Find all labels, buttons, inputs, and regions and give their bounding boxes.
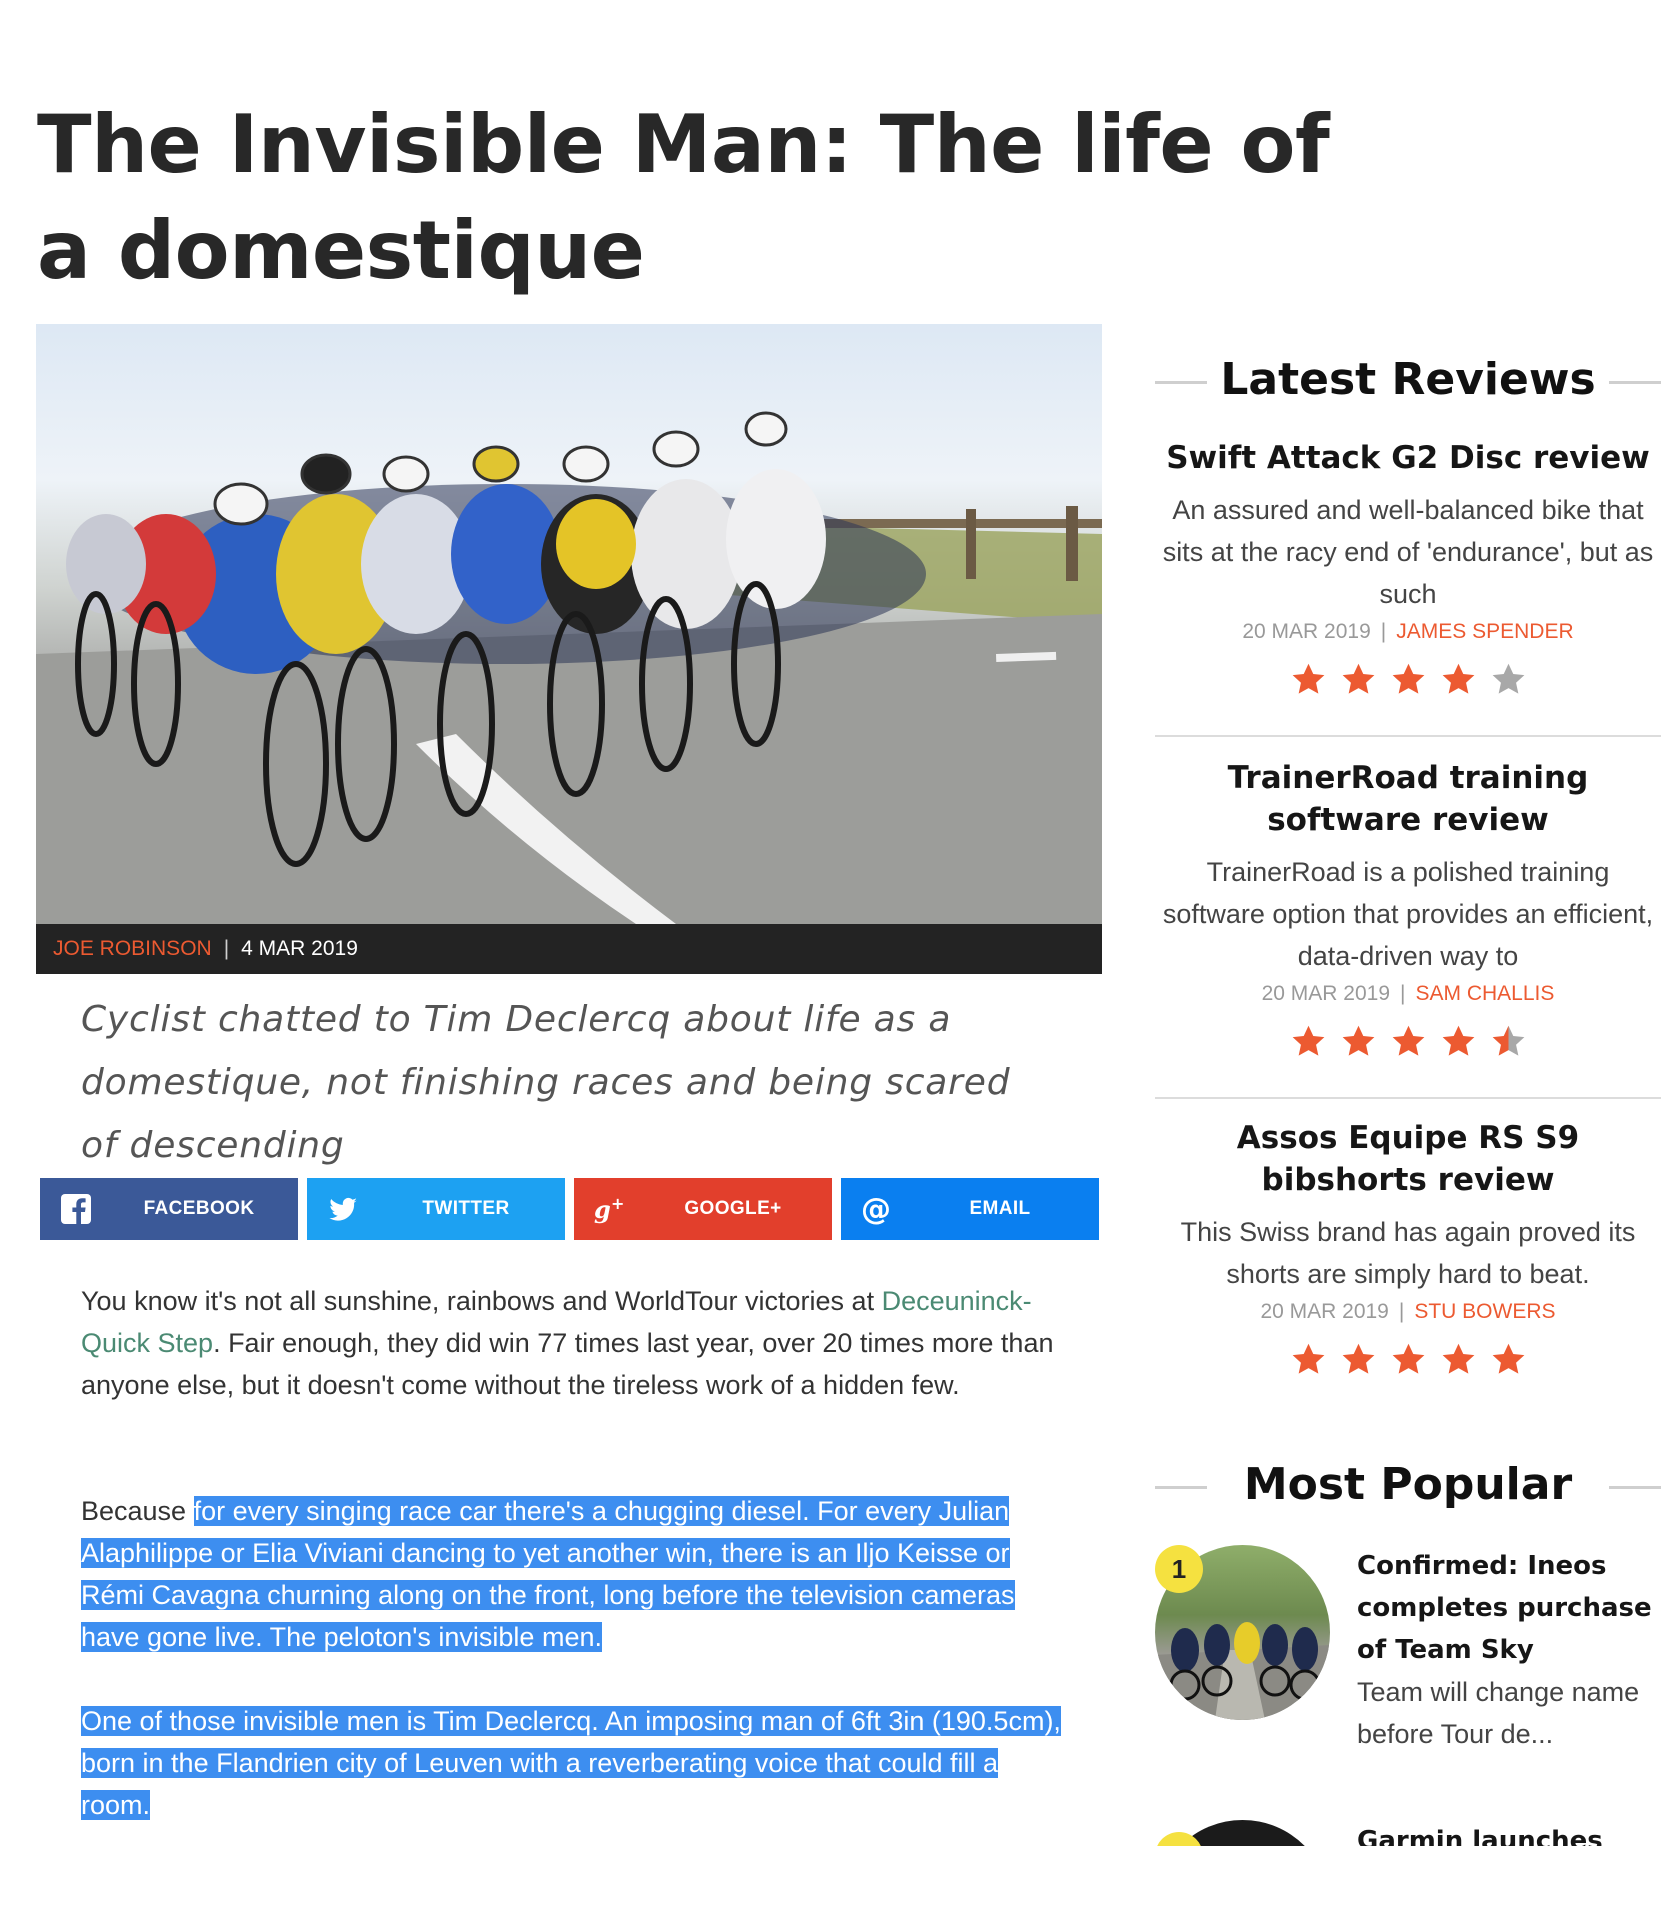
byline-bar: JOE ROBINSON | 4 MAR 2019 [36,924,1102,974]
share-facebook-button[interactable]: FACEBOOK [40,1178,298,1240]
popular-title[interactable]: Garmin launches [1357,1820,1657,1846]
facebook-icon [61,1194,91,1224]
review-title[interactable]: TrainerRoad training software review [1155,757,1661,841]
review-card-1[interactable]: Swift Attack G2 Disc review An assured a… [1155,437,1661,701]
popular-item-1[interactable]: 1 Confirmed: Ineos completes purchase of… [1155,1545,1661,1749]
svg-text:@: @ [861,1192,891,1227]
review-meta: 20 MAR 2019 | SAM CHALLIS [1155,979,1661,1009]
review-divider [1155,735,1661,737]
share-twitter-button[interactable]: TWITTER [307,1178,565,1240]
heading-rule [1155,381,1207,384]
most-popular-title: Most Popular [1243,1459,1573,1510]
article-headline: The Invisible Man: The life of a domesti… [37,98,1330,297]
review-title[interactable]: Assos Equipe RS S9 bibshorts review [1155,1117,1661,1201]
review-meta: 20 MAR 2019 | STU BOWERS [1155,1297,1661,1327]
meta-separator: | [1400,982,1406,1005]
heading-rule [1609,1486,1661,1489]
review-author[interactable]: JAMES SPENDER [1396,620,1573,643]
star-icon [1492,1025,1524,1056]
svg-text:+: + [611,1194,624,1213]
review-title[interactable]: Swift Attack G2 Disc review [1155,437,1661,479]
review-date: 20 MAR 2019 [1260,1300,1389,1323]
share-twitter-label: TWITTER [422,1198,510,1219]
star-icon [1292,1025,1324,1056]
paragraph-text: You know it's not all sunshine, rainbows… [81,1286,882,1316]
share-email-button[interactable]: @ EMAIL [841,1178,1099,1240]
hero-image [36,324,1102,924]
latest-reviews-heading: Latest Reviews [1155,355,1661,405]
meta-separator: | [1380,620,1387,643]
review-author[interactable]: STU BOWERS [1414,1300,1555,1323]
star-rating [1155,661,1661,701]
review-description: This Swiss brand has again proved its sh… [1180,1217,1636,1289]
article-standfirst: Cyclist chatted to Tim Declercq about li… [81,999,1011,1166]
latest-reviews-title: Latest Reviews [1220,354,1596,405]
share-googleplus-label: GOOGLE+ [684,1198,782,1219]
review-description: An assured and well-balanced bike that s… [1162,495,1654,609]
svg-text:g: g [594,1195,611,1224]
review-date: 20 MAR 2019 [1242,620,1371,643]
star-icon [1292,1343,1324,1374]
share-facebook-label: FACEBOOK [143,1198,255,1219]
share-googleplus-button[interactable]: g + GOOGLE+ [574,1178,832,1240]
star-icon [1442,1025,1474,1056]
star-icon [1442,663,1474,694]
popular-item-2-clipped[interactable]: Garmin launches [1155,1820,1675,1846]
selected-text: for every singing race car there's a chu… [81,1496,1015,1652]
review-meta: 20 MAR 2019 | JAMES SPENDER [1155,617,1661,647]
email-at-icon: @ [861,1192,891,1227]
review-divider [1155,1097,1661,1099]
star-icon [1342,1343,1374,1374]
review-description: TrainerRoad is a polished training softw… [1162,857,1654,971]
article-paragraph-3: One of those invisible men is Tim Decler… [81,1700,1061,1826]
paragraph-text: . Fair enough, they did win 77 times las… [81,1328,1054,1400]
star-rating [1155,1341,1661,1381]
meta-separator: | [1398,1300,1405,1323]
peloton-photo [36,411,1102,924]
heading-rule [1609,381,1661,384]
star-rating [1155,1023,1661,1063]
paragraph-text: Because [81,1496,194,1526]
star-icon [1492,663,1524,694]
heading-rule [1155,1486,1207,1489]
byline-separator: | [223,937,230,960]
article-paragraph-2: Because for every singing race car there… [81,1490,1061,1658]
selected-text: One of those invisible men is Tim Decler… [81,1706,1061,1820]
review-date: 20 MAR 2019 [1261,982,1391,1005]
star-icon [1292,663,1324,694]
star-icon [1392,1025,1424,1056]
popular-title[interactable]: Confirmed: Ineos completes purchase of T… [1357,1545,1657,1671]
article-date: 4 MAR 2019 [241,937,358,960]
star-icon [1342,663,1374,694]
popular-text: Confirmed: Ineos completes purchase of T… [1357,1545,1657,1755]
review-author[interactable]: SAM CHALLIS [1416,982,1555,1005]
popular-rank-badge: 1 [1155,1545,1203,1593]
star-icon [1392,663,1424,694]
google-plus-icon: g + [594,1194,624,1224]
star-icon [1492,1343,1524,1374]
star-icon [1442,1343,1474,1374]
article-paragraph-1: You know it's not all sunshine, rainbows… [81,1280,1061,1406]
article-author-link[interactable]: JOE ROBINSON [53,937,212,960]
most-popular-heading: Most Popular [1155,1460,1661,1510]
star-icon [1342,1025,1374,1056]
twitter-icon [329,1197,357,1221]
star-icon [1392,1343,1424,1374]
share-email-label: EMAIL [969,1198,1031,1219]
review-card-2[interactable]: TrainerRoad training software review Tra… [1155,757,1661,1063]
popular-description: Team will change name before Tour de... [1357,1677,1640,1749]
review-card-3[interactable]: Assos Equipe RS S9 bibshorts review This… [1155,1117,1661,1381]
